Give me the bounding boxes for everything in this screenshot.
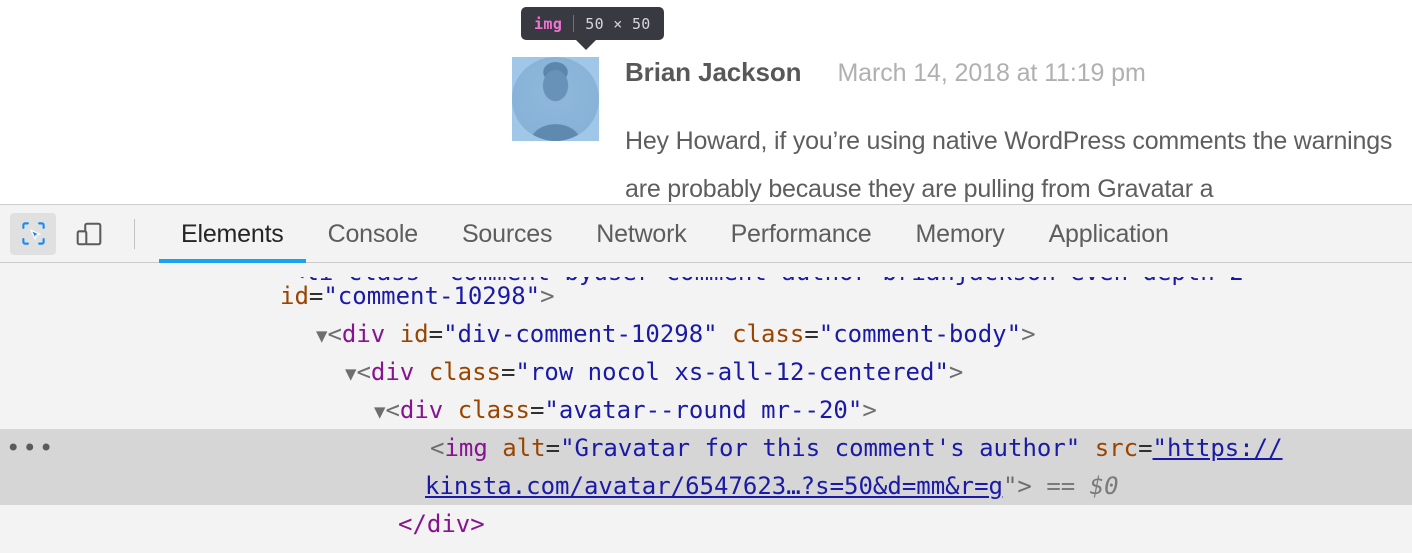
dom-attr-class: class	[732, 320, 805, 348]
highlight-tooltip-tag: img	[534, 14, 563, 33]
devtools-toolbar: Elements Console Sources Network Perform…	[0, 205, 1412, 263]
tab-console[interactable]: Console	[306, 205, 440, 263]
dom-value-comment-id: "comment-10298"	[323, 282, 541, 310]
expand-caret-icon[interactable]: ▼	[345, 363, 356, 385]
expand-caret-icon[interactable]: ▼	[316, 325, 327, 347]
web-page-content: img 50 × 50 Brian Jackson March 14, 2018…	[0, 0, 1412, 204]
dom-value-comment-body: "comment-body"	[818, 320, 1022, 348]
dom-attr-class: class	[428, 358, 501, 386]
comment-main: Brian Jackson March 14, 2018 at 11:19 pm…	[625, 57, 1412, 204]
dom-value-div-comment-id: "div-comment-10298"	[443, 320, 718, 348]
dom-tree[interactable]: <li class="comment byuser comment-author…	[0, 277, 1412, 543]
dom-gt: >	[540, 282, 555, 310]
comment-timestamp: March 14, 2018 at 11:19 pm	[837, 59, 1146, 87]
dom-value-avatar-classes: "avatar--round mr--20"	[544, 396, 863, 424]
selected-node-marker: == $0	[1046, 472, 1119, 500]
dom-attr-alt: alt	[502, 434, 546, 462]
device-toolbar-icon[interactable]	[66, 213, 112, 255]
tab-memory[interactable]: Memory	[893, 205, 1026, 263]
dom-attr-id: id	[280, 282, 309, 310]
element-highlight-tooltip: img 50 × 50	[521, 7, 664, 40]
highlight-tooltip-separator	[573, 15, 575, 32]
comment-block: Brian Jackson March 14, 2018 at 11:19 pm…	[512, 57, 1412, 204]
comment-meta: Brian Jackson March 14, 2018 at 11:19 pm	[625, 57, 1412, 95]
dom-attr-id: id	[399, 320, 429, 348]
highlight-tooltip-dimensions: 50 × 50	[585, 14, 651, 33]
dom-tag-div: div	[399, 396, 444, 424]
tab-performance[interactable]: Performance	[709, 205, 894, 263]
dom-tag-img: img	[444, 434, 488, 462]
devtools-tab-bar: Elements Console Sources Network Perform…	[159, 205, 1191, 263]
tab-elements[interactable]: Elements	[159, 205, 306, 263]
dom-src-tail: ">	[1002, 472, 1032, 500]
tab-network[interactable]: Network	[574, 205, 708, 263]
tab-sources[interactable]: Sources	[440, 205, 574, 263]
dom-equals: =	[308, 282, 324, 310]
dom-line-div-row[interactable]: ▼<div class="row nocol xs-all-12-centere…	[0, 353, 1412, 391]
dom-line-img-selected-wrap[interactable]: kinsta.com/avatar/6547623…?s=50&d=mm&r=g…	[0, 467, 1412, 505]
tab-application[interactable]: Application	[1027, 205, 1191, 263]
dom-tag-div: div	[370, 358, 415, 386]
comment-author-name: Brian Jackson	[625, 57, 802, 87]
dom-line-img-selected[interactable]: ••• <img alt="Gravatar for this comment'…	[0, 429, 1412, 467]
toolbar-divider	[134, 218, 135, 249]
inspect-element-glyph	[21, 222, 45, 245]
dom-attr-src: src	[1094, 434, 1139, 462]
expand-caret-icon[interactable]: ▼	[374, 401, 385, 423]
dom-tag-div: div	[341, 320, 386, 348]
dom-value-alt-text: "Gravatar for this comment's author"	[560, 434, 1081, 462]
avatar	[512, 57, 599, 141]
dom-attr-class: class	[457, 396, 530, 424]
dom-lt: <	[327, 320, 342, 348]
devtools-panel: Elements Console Sources Network Perform…	[0, 204, 1412, 553]
comment-body-text: Hey Howard, if you’re using native WordP…	[625, 127, 1393, 203]
overflow-ellipsis-icon[interactable]: •••	[6, 429, 55, 467]
device-toolbar-glyph	[76, 222, 102, 245]
dom-value-src-url-part2[interactable]: kinsta.com/avatar/6547623…?s=50&d=mm&r=g	[425, 472, 1003, 500]
dom-close-div: </div>	[398, 510, 485, 538]
dom-line-div-close[interactable]: </div>	[0, 505, 1412, 543]
dom-value-src-url-part1[interactable]: "https://	[1153, 434, 1283, 462]
dom-line-li-attrs[interactable]: id="comment-10298">	[0, 277, 1412, 315]
dom-line-div-avatar[interactable]: ▼<div class="avatar--round mr--20">	[0, 391, 1412, 429]
inspect-element-icon[interactable]	[10, 212, 56, 255]
devtools-element-highlight-overlay	[512, 57, 599, 141]
dom-line-div-comment-body[interactable]: ▼<div id="div-comment-10298" class="comm…	[0, 315, 1412, 353]
dom-value-row-classes: "row nocol xs-all-12-centered"	[515, 358, 949, 386]
highlight-tooltip-pointer	[575, 39, 597, 50]
